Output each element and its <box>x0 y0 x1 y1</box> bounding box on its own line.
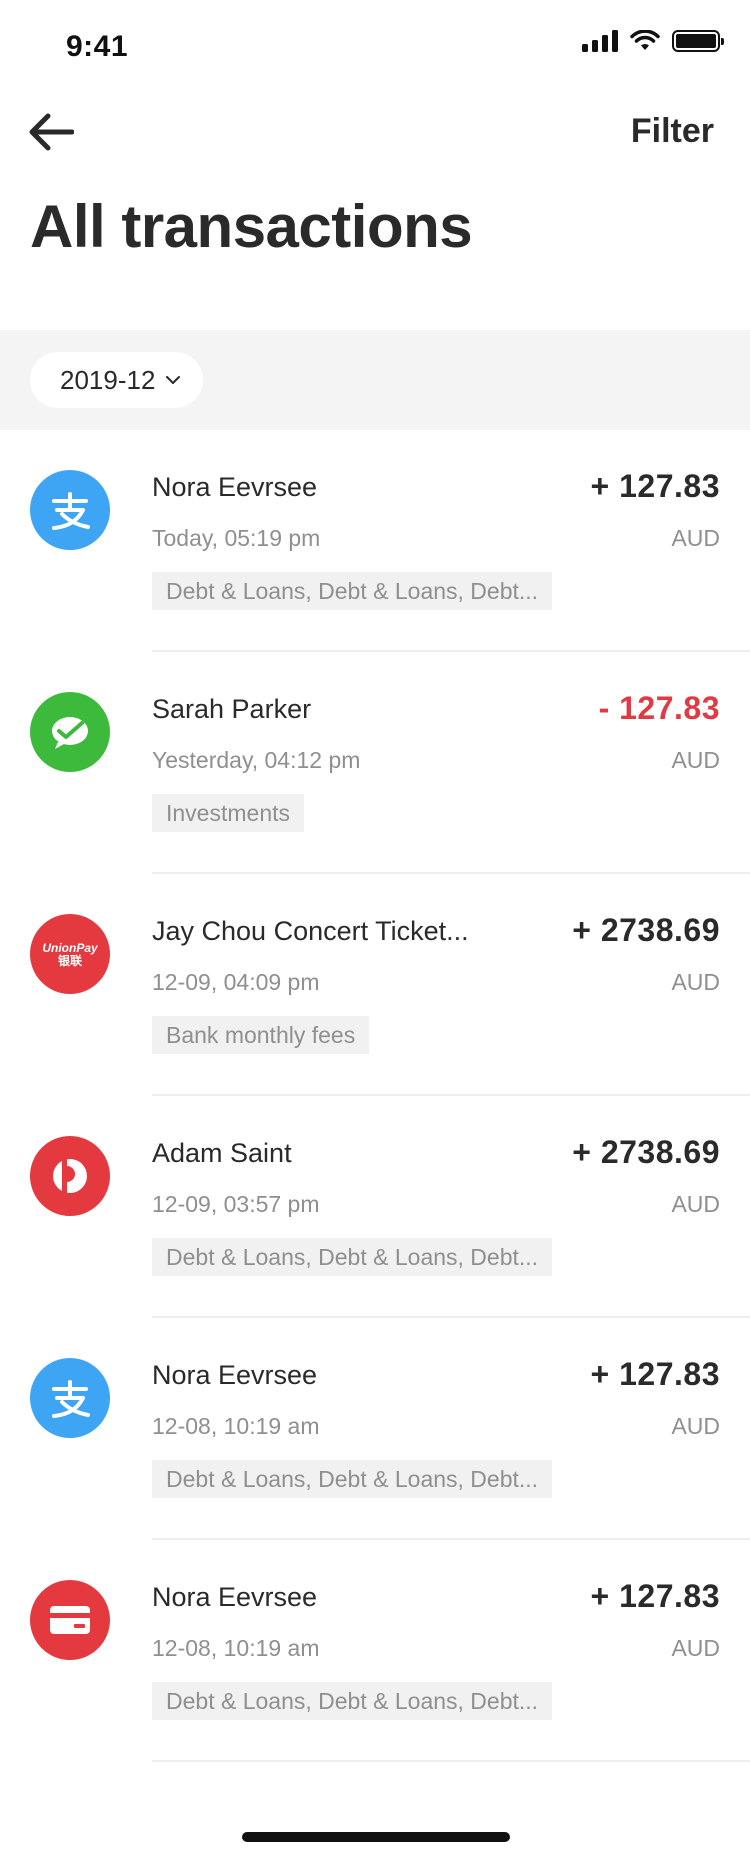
transaction-time: Yesterday, 04:12 pm <box>152 747 361 773</box>
transaction-category-tag: Debt & Loans, Debt & Loans, Debt... <box>152 1238 553 1276</box>
page-title: All transactions <box>30 193 473 260</box>
unionpay-logo-subtext: 银联 <box>57 953 82 968</box>
transaction-row[interactable]: Nora Eevrsee 12-08, 10:19 am + 127.83 AU… <box>0 1540 750 1762</box>
transaction-amount: - 127.83 <box>598 690 720 726</box>
period-bar: 2019-12 <box>0 330 750 430</box>
chevron-down-icon <box>166 376 181 384</box>
transaction-currency: AUD <box>671 1191 720 1217</box>
back-button[interactable] <box>28 110 78 154</box>
transaction-currency: AUD <box>671 525 720 551</box>
transaction-currency: AUD <box>671 1635 720 1661</box>
back-arrow-icon <box>29 113 74 151</box>
card-icon <box>30 1580 110 1660</box>
transaction-time: 12-09, 03:57 pm <box>152 1191 320 1217</box>
transaction-time: 12-08, 10:19 am <box>152 1635 320 1661</box>
transaction-category-tag: Debt & Loans, Debt & Loans, Debt... <box>152 1460 553 1498</box>
transaction-name: Nora Eevrsee <box>152 1360 318 1390</box>
wechat-pay-icon <box>30 692 110 772</box>
cellular-signal-icon <box>582 30 618 52</box>
divider <box>152 1760 750 1762</box>
status-icons <box>582 30 724 52</box>
transaction-amount: + 127.83 <box>590 1356 720 1392</box>
transaction-row[interactable]: UnionPay 银联 Jay Chou Concert Ticket... 1… <box>0 874 750 1096</box>
battery-icon <box>672 30 724 52</box>
transaction-category-tag: Investments <box>152 794 304 832</box>
transaction-amount: + 2738.69 <box>572 912 720 948</box>
transaction-name: Jay Chou Concert Ticket... <box>152 916 469 946</box>
nav-bar: Filter <box>0 90 750 170</box>
period-label: 2019-12 <box>60 364 156 395</box>
transaction-currency: AUD <box>671 747 720 773</box>
transaction-amount: + 2738.69 <box>572 1134 720 1170</box>
transaction-category-tag: Debt & Loans, Debt & Loans, Debt... <box>152 572 553 610</box>
alipay-icon <box>30 470 110 550</box>
transaction-currency: AUD <box>671 969 720 995</box>
home-indicator[interactable] <box>242 1832 510 1842</box>
filter-button[interactable]: Filter <box>631 112 714 151</box>
transaction-name: Nora Eevrsee <box>152 1582 318 1612</box>
transaction-time: Today, 05:19 pm <box>152 525 321 551</box>
transaction-category-tag: Bank monthly fees <box>152 1016 370 1054</box>
transaction-row[interactable]: Nora Eevrsee Today, 05:19 pm + 127.83 AU… <box>0 430 750 652</box>
auspost-icon <box>30 1136 110 1216</box>
transaction-name: Nora Eevrsee <box>152 472 318 502</box>
transaction-amount: + 127.83 <box>590 1578 720 1614</box>
transaction-time: 12-09, 04:09 pm <box>152 969 320 995</box>
period-selector[interactable]: 2019-12 <box>30 352 204 408</box>
transaction-amount: + 127.83 <box>590 468 720 504</box>
transaction-currency: AUD <box>671 1413 720 1439</box>
transaction-time: 12-08, 10:19 am <box>152 1413 320 1439</box>
unionpay-icon: UnionPay 银联 <box>30 914 110 994</box>
transaction-row[interactable]: Adam Saint 12-09, 03:57 pm + 2738.69 AUD… <box>0 1096 750 1318</box>
transaction-list: Nora Eevrsee Today, 05:19 pm + 127.83 AU… <box>0 430 750 1762</box>
status-time: 9:41 <box>66 30 129 63</box>
transaction-name: Adam Saint <box>152 1138 292 1168</box>
transaction-category-tag: Debt & Loans, Debt & Loans, Debt... <box>152 1682 553 1720</box>
status-bar: 9:41 <box>0 0 750 90</box>
transaction-row[interactable]: Nora Eevrsee 12-08, 10:19 am + 127.83 AU… <box>0 1318 750 1540</box>
unionpay-logo-text: UnionPay <box>42 940 98 955</box>
wifi-icon <box>630 30 660 50</box>
transaction-row[interactable]: Sarah Parker Yesterday, 04:12 pm - 127.8… <box>0 652 750 874</box>
transaction-name: Sarah Parker <box>152 694 312 724</box>
alipay-icon <box>30 1358 110 1438</box>
